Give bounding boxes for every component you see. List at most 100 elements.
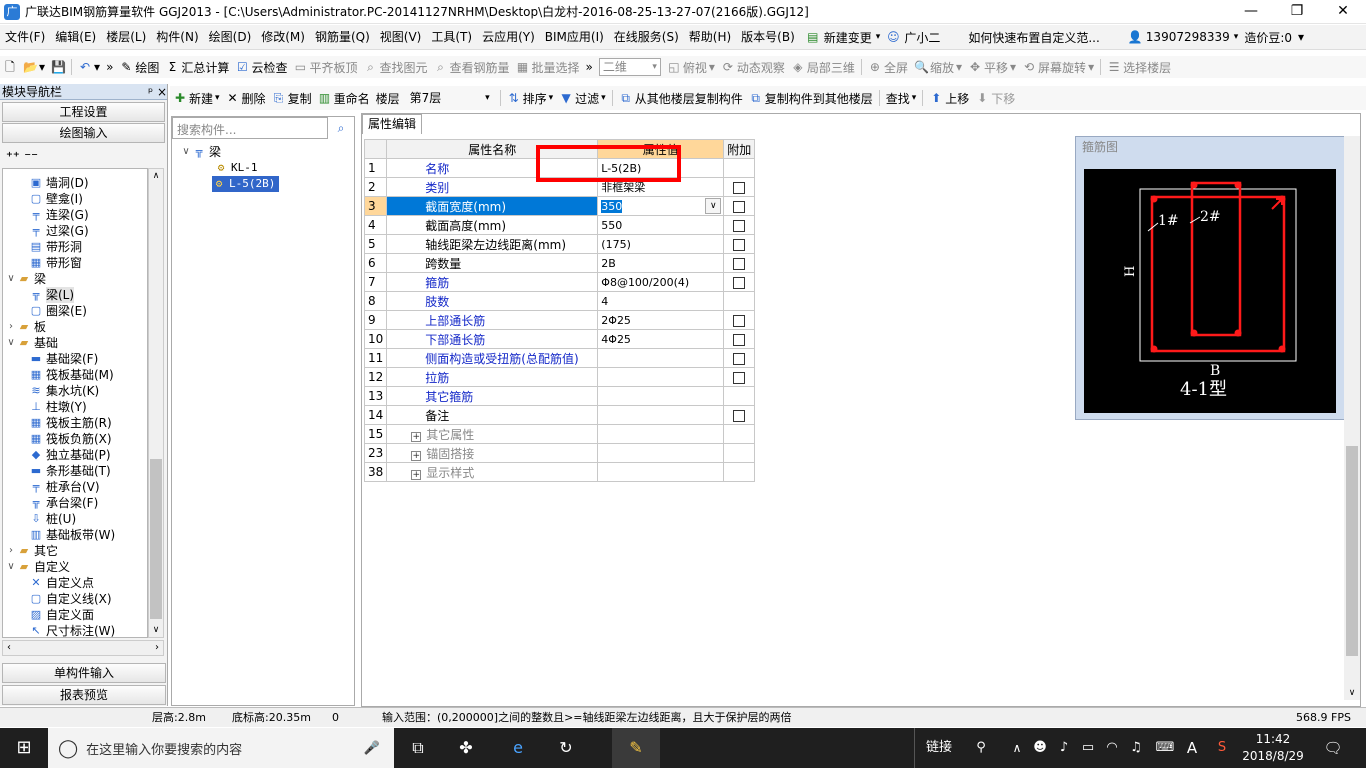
- extra-checkbox[interactable]: [733, 409, 746, 422]
- nav-tree-item[interactable]: ∨ ▰ 自定义: [5, 559, 70, 575]
- extra-checkbox[interactable]: [733, 257, 746, 270]
- nav-tree-item[interactable]: ⇩ 桩(U): [29, 511, 76, 527]
- nav-tree-item[interactable]: ╦ 承台梁(F): [29, 495, 99, 511]
- nav-tree-hscroll[interactable]: ‹ ›: [2, 640, 164, 656]
- zoom-button[interactable]: 🔍 缩放 ▾: [911, 56, 965, 78]
- clock[interactable]: 11:42 2018/8/29: [1238, 731, 1308, 765]
- nav-tree-item[interactable]: ▤ 带形洞: [29, 239, 82, 255]
- pan-button[interactable]: ✥ 平移 ▾: [965, 56, 1019, 78]
- nav-tree-item[interactable]: ↖ 尺寸标注(W): [29, 623, 115, 637]
- property-value[interactable]: [597, 386, 725, 406]
- edge-browser-icon[interactable]: e: [500, 728, 536, 768]
- nav-tree-item[interactable]: ▦ 筏板主筋(R): [29, 415, 112, 431]
- view-rebar-button[interactable]: ⌕ 查看钢筋量: [430, 56, 512, 78]
- property-row[interactable]: 11 侧面构造或受扭筋(总配筋值): [363, 348, 756, 368]
- scroll-right-icon[interactable]: ›: [155, 641, 159, 655]
- property-row[interactable]: 14 备注: [363, 405, 756, 425]
- tray-app-icon[interactable]: ☻: [1030, 728, 1050, 768]
- property-row[interactable]: 7 箍筋 Φ8@100/200(4): [363, 272, 756, 292]
- filter-button[interactable]: ▼ 过滤 ▾: [556, 86, 609, 110]
- view-mode-select[interactable]: 二维 ▾: [596, 56, 664, 78]
- property-value[interactable]: [597, 424, 725, 444]
- collapse-icon[interactable]: ∨: [5, 271, 17, 287]
- nav-tree-item[interactable]: ▨ 自定义面: [29, 607, 94, 623]
- report-preview-button[interactable]: 报表预览: [2, 685, 166, 705]
- extra-checkbox[interactable]: [733, 181, 746, 194]
- taskbar-search[interactable]: ◯ 在这里输入你要搜索的内容 🎤: [48, 728, 394, 768]
- extra-checkbox[interactable]: [733, 352, 746, 365]
- expand-plus-icon[interactable]: +: [411, 450, 422, 461]
- extra-checkbox[interactable]: [733, 200, 746, 213]
- copy-from-floor-button[interactable]: ⧉ 从其他楼层复制构件: [616, 86, 746, 110]
- draw-button[interactable]: ✎ 绘图: [116, 56, 162, 78]
- nav-close-icon[interactable]: ×: [157, 85, 167, 99]
- property-row[interactable]: 15 + 其它属性: [363, 424, 756, 444]
- property-value[interactable]: 4: [597, 291, 725, 311]
- nav-tree-item[interactable]: ╤ 过梁(G): [29, 223, 89, 239]
- property-row[interactable]: 9 上部通长筋 2Φ25: [363, 310, 756, 330]
- sort-button[interactable]: ⇅ 排序 ▾: [504, 86, 557, 110]
- top-view-button[interactable]: ◱ 俯视 ▾: [664, 56, 718, 78]
- app-swirl-icon[interactable]: ↻: [548, 728, 584, 768]
- component-item[interactable]: ⚙ KL-1: [214, 160, 258, 176]
- extra-checkbox[interactable]: [733, 219, 746, 232]
- cloud-check-button[interactable]: ☑ 云检查: [232, 56, 290, 78]
- nav-tree-item[interactable]: ▬ 条形基础(T): [29, 463, 111, 479]
- new-file-icon[interactable]: 🗋: [0, 56, 20, 78]
- collapse-icon[interactable]: ∨: [5, 335, 17, 351]
- scroll-thumb[interactable]: [1346, 446, 1358, 656]
- nav-tree-item[interactable]: ▣ 墙洞(D): [29, 175, 89, 191]
- copy-button[interactable]: ⎘ 复制: [269, 86, 315, 110]
- ime-indicator[interactable]: A: [1182, 728, 1202, 768]
- undo-icon[interactable]: ↶ ▾: [75, 56, 103, 78]
- notification-bell-icon[interactable]: ♪: [1054, 728, 1074, 768]
- property-row[interactable]: 6 跨数量 2B: [363, 253, 756, 273]
- menu-tools[interactable]: 工具(T): [426, 25, 477, 50]
- flatten-button[interactable]: ▭ 平齐板顶: [290, 56, 360, 78]
- property-row[interactable]: 5 轴线距梁左边线距离(mm) (175): [363, 234, 756, 254]
- nav-tree-item[interactable]: ▢ 圈梁(E): [29, 303, 87, 319]
- property-row[interactable]: 23 + 锚固搭接: [363, 443, 756, 463]
- rotate-button[interactable]: ⟲ 屏幕旋转 ▾: [1019, 56, 1097, 78]
- property-row[interactable]: 4 截面高度(mm) 550: [363, 215, 756, 235]
- property-value[interactable]: (175): [597, 234, 725, 254]
- fullscreen-button[interactable]: ⊕ 全屏: [865, 56, 911, 78]
- property-row[interactable]: 8 肢数 4: [363, 291, 756, 311]
- collapse-icon[interactable]: ∨: [5, 559, 17, 575]
- nav-tree-item[interactable]: ◆ 独立基础(P): [29, 447, 111, 463]
- nav-tree-item[interactable]: ≋ 集水坑(K): [29, 383, 99, 399]
- dropdown-arrow-icon[interactable]: ∨: [705, 198, 722, 214]
- property-value[interactable]: 350 ∨: [597, 196, 725, 216]
- more-menu-icon[interactable]: ▾: [1298, 30, 1304, 44]
- menu-help[interactable]: 帮助(H): [684, 25, 736, 50]
- expand-plus-icon[interactable]: +: [411, 431, 422, 442]
- project-settings-button[interactable]: 工程设置: [2, 102, 165, 122]
- toolbar-more-icon[interactable]: »: [103, 56, 116, 78]
- pinwheel-icon[interactable]: ✤: [448, 728, 484, 768]
- component-item-selected[interactable]: ⚙ L-5(2B): [212, 176, 280, 192]
- sogou-ime-icon[interactable]: S: [1212, 728, 1232, 768]
- menu-version[interactable]: 版本号(B): [736, 25, 800, 50]
- extra-checkbox[interactable]: [733, 238, 746, 251]
- batch-select-button[interactable]: ▦ 批量选择: [513, 56, 583, 78]
- local3d-button[interactable]: ◈ 局部三维: [788, 56, 858, 78]
- microphone-icon[interactable]: 🎤: [364, 741, 380, 756]
- action-center-icon[interactable]: 🗨: [1318, 728, 1348, 768]
- extra-checkbox[interactable]: [733, 314, 746, 327]
- scroll-down-icon[interactable]: ∨: [1344, 688, 1360, 698]
- ggj-taskbar-app-icon[interactable]: ✎: [612, 728, 660, 768]
- menu-modify[interactable]: 修改(M): [256, 25, 310, 50]
- property-value[interactable]: [597, 462, 725, 482]
- move-down-button[interactable]: ⬇ 下移: [972, 86, 1018, 110]
- property-row[interactable]: 38 + 显示样式: [363, 462, 756, 482]
- close-icon[interactable]: ✕: [1320, 0, 1366, 24]
- collapse-all-icon[interactable]: ⁻⁻: [24, 150, 38, 165]
- maximize-icon[interactable]: ❐: [1274, 0, 1320, 24]
- copy-to-floor-button[interactable]: ⧉ 复制构件到其他楼层: [746, 86, 876, 110]
- people-icon[interactable]: ⚲: [970, 728, 992, 768]
- menu-rebar[interactable]: 钢筋量(Q): [310, 25, 375, 50]
- property-value[interactable]: Φ8@100/200(4): [597, 272, 725, 292]
- scroll-up-icon[interactable]: ∧: [149, 169, 163, 183]
- link-label[interactable]: 链接: [922, 728, 956, 768]
- property-row[interactable]: 3 截面宽度(mm) 350 ∨: [363, 196, 756, 216]
